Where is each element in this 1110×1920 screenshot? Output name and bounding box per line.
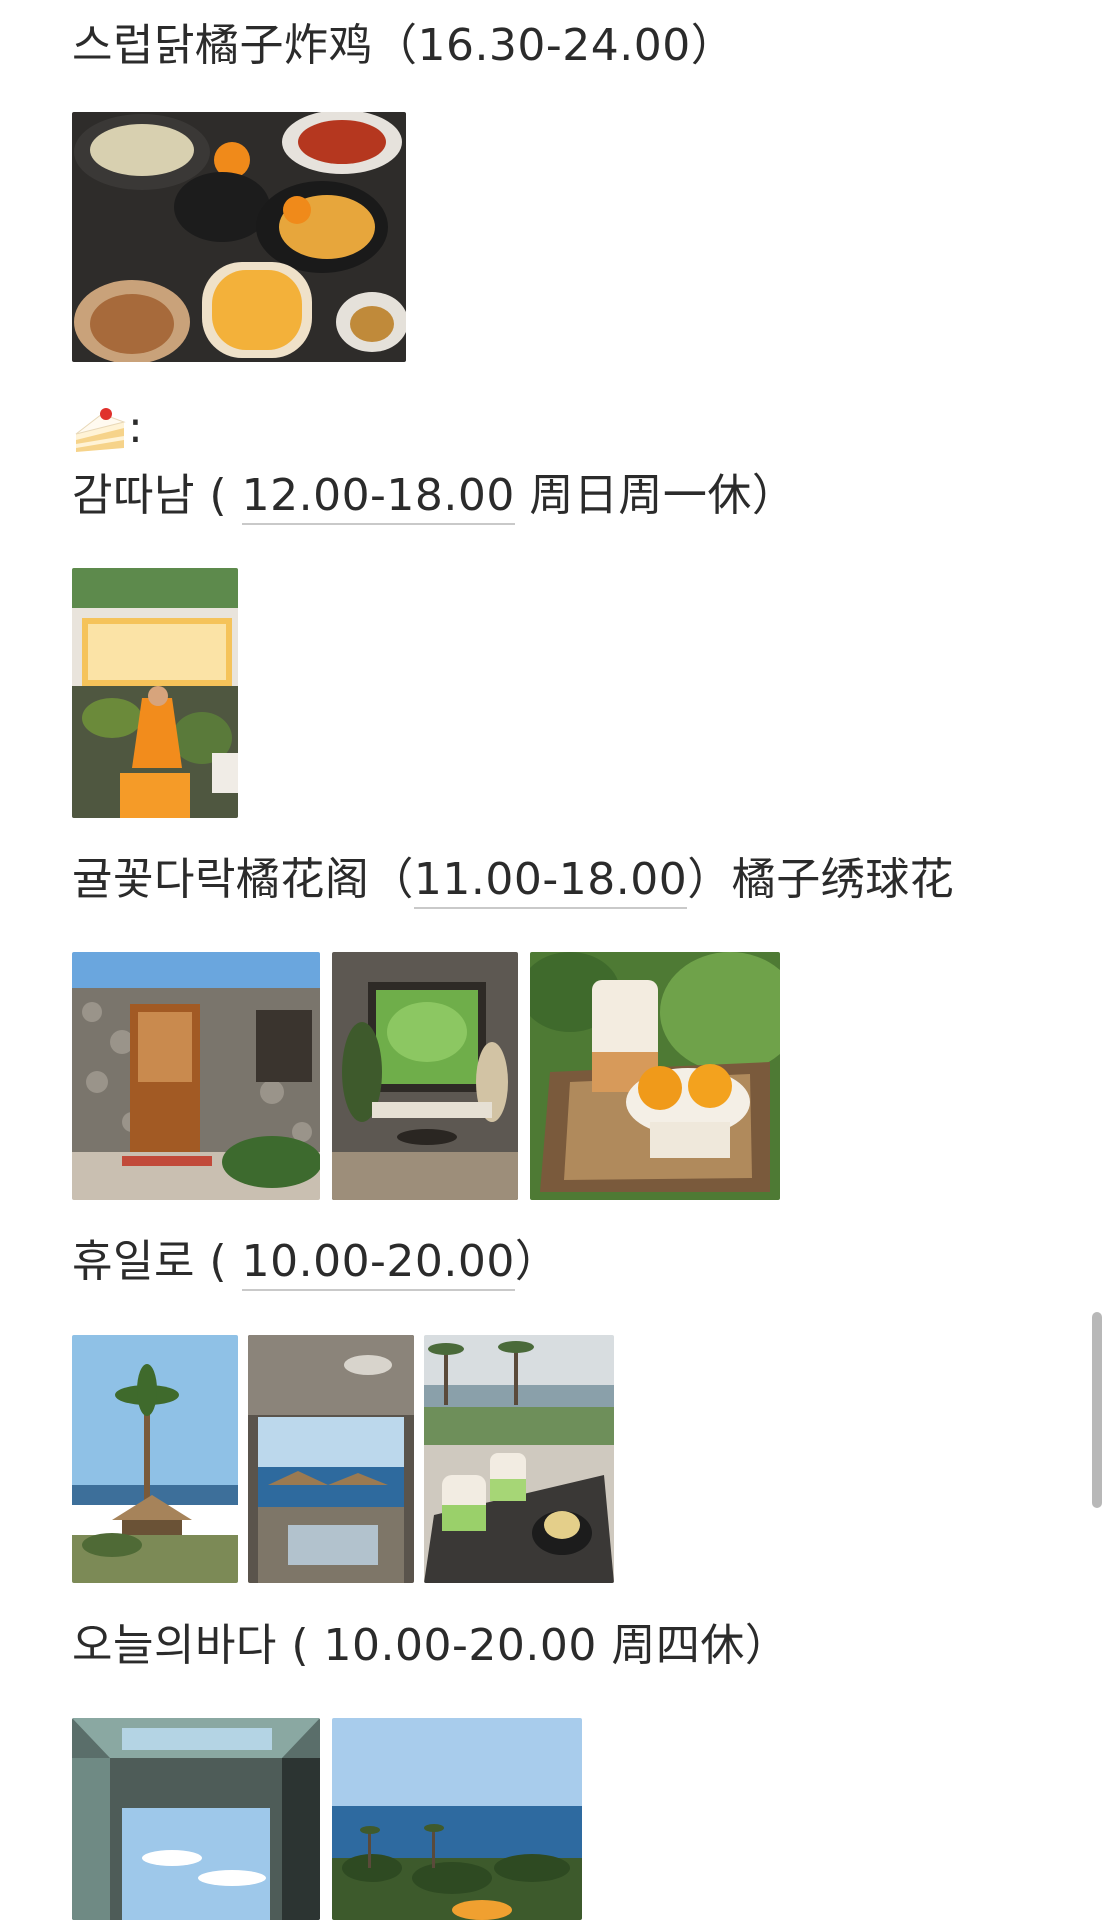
- dessert-header-colon: :: [128, 402, 144, 453]
- section-title-gamttanam: 감따남 ( 12.00-18.00 周日周一休）: [72, 468, 797, 525]
- section-title-fried-chicken: 스럽닭橘子炸鸡（16.30-24.00）: [72, 18, 735, 74]
- place-name: 오늘의바다 ( 10.00-20.00 周四休）: [72, 1620, 790, 1671]
- title-tail: ）橘子绣球花: [687, 854, 955, 905]
- place-name: 귤꽃다락橘花阁（: [72, 854, 414, 905]
- section-title-hyuillo: 휴일로 ( 10.00-20.00）: [72, 1234, 560, 1291]
- hyuillo-photo-3[interactable]: [424, 1335, 614, 1583]
- place-name: 스럽닭橘子炸鸡（: [72, 20, 418, 71]
- title-tail: ）: [690, 20, 736, 71]
- gyulkkot-photo-1[interactable]: [72, 952, 320, 1200]
- place-name: 휴일로 (: [72, 1236, 242, 1287]
- gyulkkot-photo-2[interactable]: [332, 952, 518, 1200]
- opening-hours-link[interactable]: 10.00-20.00: [241, 1236, 515, 1291]
- opening-hours-link[interactable]: 11.00-18.00: [413, 854, 688, 909]
- opening-hours: 16.30-24.00: [417, 20, 691, 71]
- oneului-bada-photo-2[interactable]: [332, 1718, 582, 1920]
- dessert-header: :: [72, 400, 143, 456]
- gamttanam-photo[interactable]: [72, 568, 238, 818]
- hyuillo-photo-2[interactable]: [248, 1335, 414, 1583]
- scrollbar-thumb[interactable]: [1092, 1312, 1102, 1508]
- oneului-bada-photo-1[interactable]: [72, 1718, 320, 1920]
- gyulkkot-photo-3[interactable]: [530, 952, 780, 1200]
- hyuillo-photo-1[interactable]: [72, 1335, 238, 1583]
- section-title-gyulkkot: 귤꽃다락橘花阁（11.00-18.00）橘子绣球花: [72, 852, 955, 909]
- title-tail: ）: [514, 1236, 560, 1287]
- section-title-oneului-bada: 오늘의바다 ( 10.00-20.00 周四休）: [72, 1618, 789, 1674]
- title-tail: 周日周一休）: [514, 470, 797, 521]
- fried-chicken-photo[interactable]: [72, 112, 406, 362]
- opening-hours-link[interactable]: 12.00-18.00: [241, 470, 515, 525]
- cake-slice-icon: [72, 404, 128, 456]
- place-name: 감따남 (: [72, 470, 242, 521]
